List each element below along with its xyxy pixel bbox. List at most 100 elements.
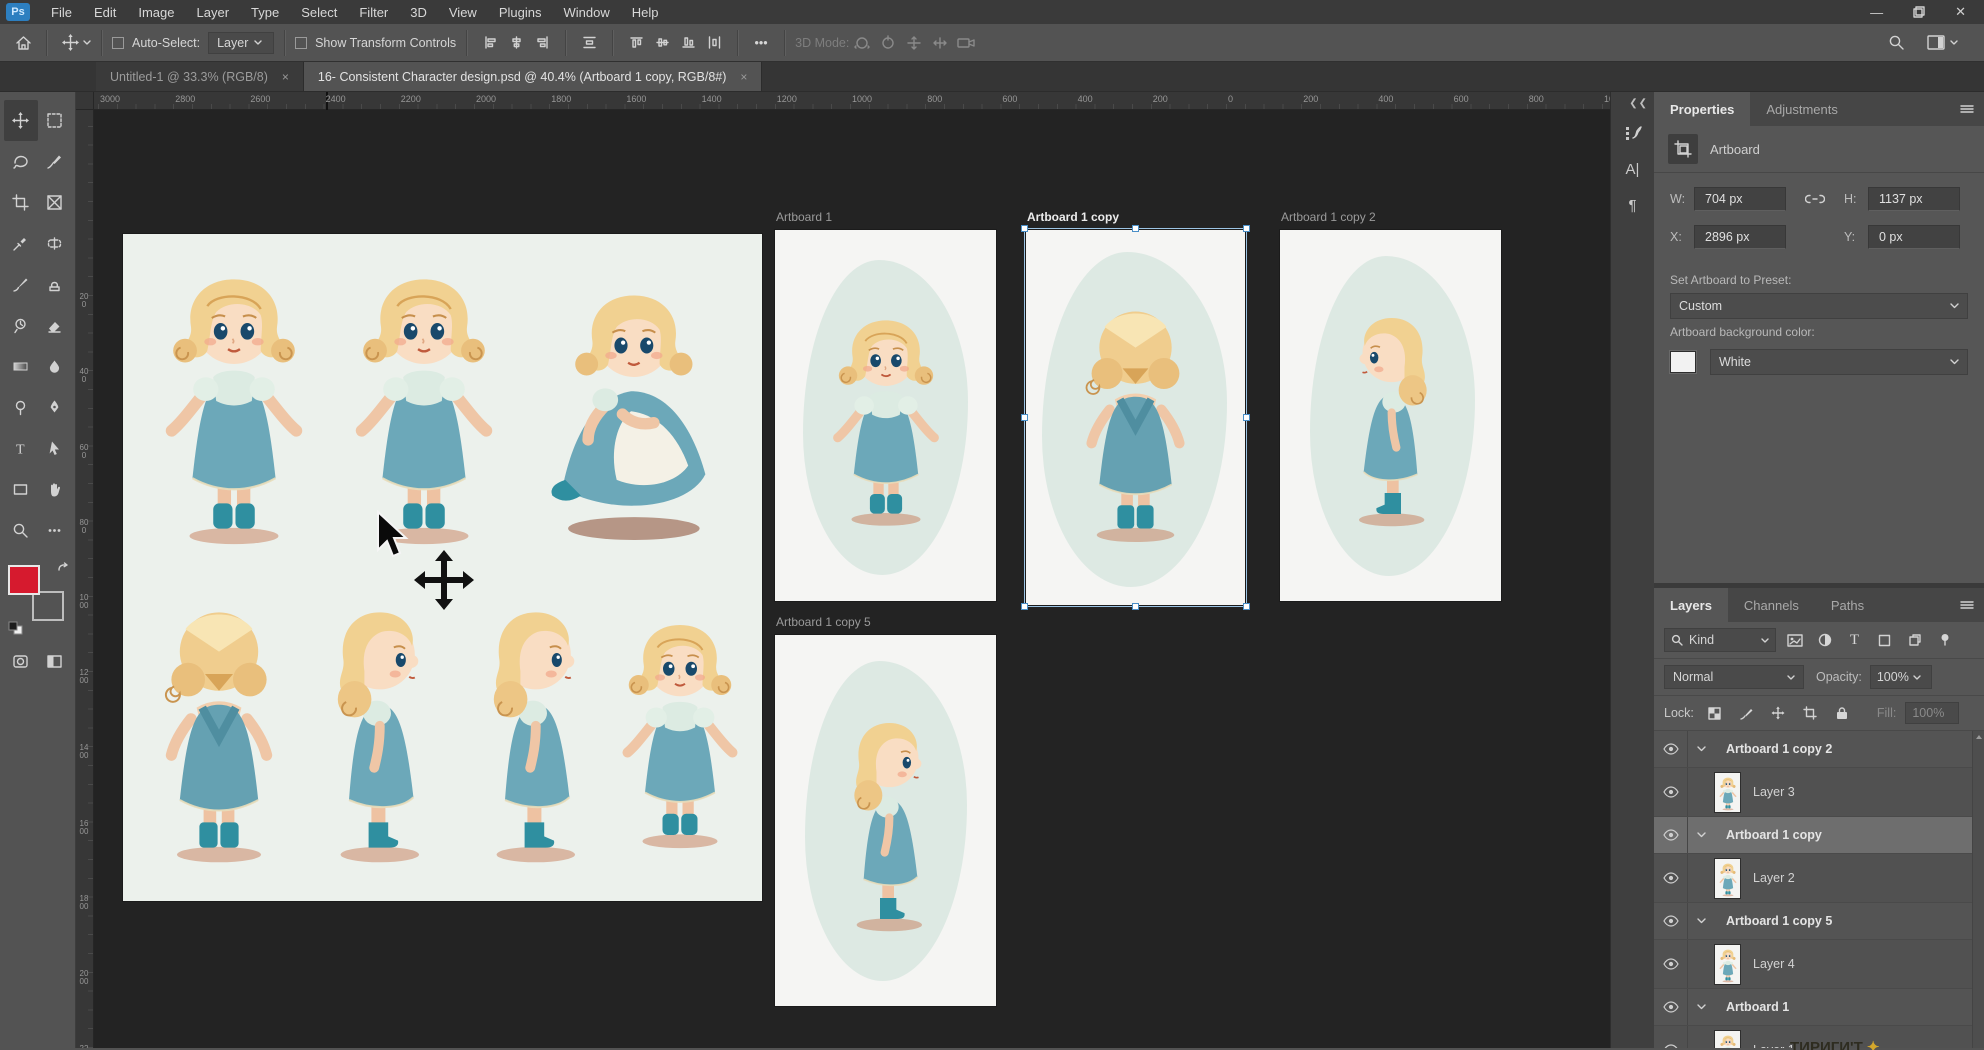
selection-handle[interactable]	[1243, 225, 1250, 232]
move-tool[interactable]	[4, 100, 38, 141]
expand-panels-chevron-icon[interactable]: ❮❮	[1623, 96, 1654, 113]
artboard-1-copy[interactable]: Artboard 1 copy	[1026, 230, 1245, 605]
gradient-tool[interactable]	[4, 346, 38, 387]
artboard-1-copy-5[interactable]: Artboard 1 copy 5	[775, 635, 996, 1006]
align-horizontal-centers-icon[interactable]	[503, 31, 529, 55]
distribute-vertical-icon[interactable]	[576, 31, 602, 55]
selection-handle[interactable]	[1021, 225, 1028, 232]
close-button[interactable]: ✕	[1955, 4, 1966, 20]
3d-pan-icon[interactable]	[901, 31, 927, 55]
layer-row[interactable]: Layer 3	[1654, 768, 1984, 817]
visibility-toggle[interactable]	[1654, 903, 1688, 939]
ruler-origin-box[interactable]	[76, 92, 94, 110]
visibility-toggle[interactable]	[1654, 731, 1688, 767]
canvas-area[interactable]: 3000280026002400220020001800160014001200…	[76, 92, 1610, 1048]
height-field[interactable]: 1137 px	[1868, 187, 1960, 211]
healing-brush-tool[interactable]	[38, 223, 72, 264]
search-icon[interactable]	[1888, 34, 1905, 51]
selection-handle[interactable]	[1021, 603, 1028, 610]
blend-mode-dropdown[interactable]: Normal	[1664, 665, 1804, 689]
blur-tool[interactable]	[38, 346, 72, 387]
distribute-horizontal-icon[interactable]	[701, 31, 727, 55]
crop-tool[interactable]	[4, 182, 38, 223]
lock-position-icon[interactable]	[1767, 702, 1790, 724]
filter-adjustment-layers-icon[interactable]	[1813, 629, 1836, 651]
3d-roll-icon[interactable]	[875, 31, 901, 55]
filter-shape-layers-icon[interactable]	[1873, 629, 1896, 651]
horizontal-ruler[interactable]: 3000280026002400220020001800160014001200…	[94, 92, 1610, 110]
menu-layer[interactable]: Layer	[186, 5, 241, 20]
paragraph-panel-icon[interactable]: ¶	[1616, 189, 1650, 221]
artboard-label[interactable]: Artboard 1	[776, 210, 832, 224]
layers-scrollbar[interactable]	[1972, 731, 1984, 1048]
visibility-toggle[interactable]	[1654, 817, 1688, 853]
layer-thumbnail[interactable]	[1714, 772, 1741, 813]
layer-thumbnail[interactable]	[1714, 944, 1741, 985]
restore-button[interactable]	[1913, 6, 1925, 18]
tab-properties[interactable]: Properties	[1654, 92, 1750, 126]
menu-filter[interactable]: Filter	[348, 5, 399, 20]
menu-image[interactable]: Image	[127, 5, 185, 20]
tab-paths[interactable]: Paths	[1815, 588, 1880, 622]
hand-tool[interactable]	[38, 469, 72, 510]
menu-plugins[interactable]: Plugins	[488, 5, 553, 20]
edit-toolbar-button[interactable]	[38, 510, 72, 551]
expand-chevron-icon[interactable]	[1688, 832, 1714, 838]
align-top-edges-icon[interactable]	[623, 31, 649, 55]
x-field[interactable]: 2896 px	[1694, 225, 1786, 249]
document-tab[interactable]: 16- Consistent Character design.psd @ 40…	[304, 62, 763, 91]
selection-handle[interactable]	[1243, 414, 1250, 421]
artboard-group-row[interactable]: Artboard 1 copy	[1654, 817, 1984, 854]
minimize-button[interactable]: —	[1870, 5, 1883, 20]
foreground-color-swatch[interactable]	[8, 565, 40, 595]
dodge-tool[interactable]	[4, 387, 38, 428]
lock-transparent-pixels-icon[interactable]	[1703, 702, 1726, 724]
layer-row[interactable]: Layer 2	[1654, 854, 1984, 903]
visibility-toggle[interactable]	[1654, 940, 1688, 988]
type-tool[interactable]: T	[4, 428, 38, 469]
tab-layers[interactable]: Layers	[1654, 588, 1728, 622]
align-bottom-edges-icon[interactable]	[675, 31, 701, 55]
lock-artboard-nesting-icon[interactable]	[1799, 702, 1822, 724]
tab-channels[interactable]: Channels	[1728, 588, 1815, 622]
artboard-bg-color-swatch[interactable]	[1670, 351, 1696, 373]
visibility-toggle[interactable]	[1654, 1026, 1688, 1048]
selection-handle[interactable]	[1243, 603, 1250, 610]
visibility-toggle[interactable]	[1654, 768, 1688, 816]
3d-camera-icon[interactable]	[953, 31, 979, 55]
workspace-switcher[interactable]	[1927, 35, 1958, 50]
panel-menu-icon[interactable]	[1960, 588, 1984, 622]
default-colors-icon[interactable]	[8, 621, 23, 635]
artboard-label[interactable]: Artboard 1 copy 2	[1281, 210, 1376, 224]
menu-help[interactable]: Help	[621, 5, 670, 20]
filter-type-layers-icon[interactable]: T	[1843, 629, 1866, 651]
document-tab[interactable]: Untitled-1 @ 33.3% (RGB/8)×	[96, 62, 304, 91]
home-icon[interactable]	[10, 31, 36, 55]
filter-toggle-icon[interactable]	[1933, 629, 1956, 651]
link-dimensions-icon[interactable]	[1786, 193, 1844, 205]
quick-mask-button[interactable]	[4, 641, 38, 682]
align-right-edges-icon[interactable]	[529, 31, 555, 55]
artboard-group-row[interactable]: Artboard 1 copy 2	[1654, 731, 1984, 768]
lasso-tool[interactable]	[4, 141, 38, 182]
screen-mode-button[interactable]	[38, 641, 72, 682]
filter-pixel-layers-icon[interactable]	[1783, 629, 1806, 651]
3d-slide-icon[interactable]	[927, 31, 953, 55]
visibility-toggle[interactable]	[1654, 854, 1688, 902]
artboard-group-row[interactable]: Artboard 1 copy 5	[1654, 903, 1984, 940]
vertical-ruler[interactable]: 2004006008001000120014001600180020002200…	[76, 110, 94, 1048]
menu-3d[interactable]: 3D	[399, 5, 438, 20]
menu-window[interactable]: Window	[552, 5, 620, 20]
width-field[interactable]: 704 px	[1694, 187, 1786, 211]
clone-stamp-tool[interactable]	[38, 264, 72, 305]
move-tool-preset-icon[interactable]	[57, 31, 83, 55]
brush-tool[interactable]	[4, 264, 38, 305]
pen-tool[interactable]	[38, 387, 72, 428]
marquee-tool[interactable]	[38, 100, 72, 141]
zoom-tool[interactable]	[4, 510, 38, 551]
layer-thumbnail[interactable]	[1714, 1030, 1741, 1049]
filter-kind-dropdown[interactable]: Kind	[1664, 628, 1776, 652]
artboard-group-row[interactable]: Artboard 1	[1654, 989, 1984, 1026]
eraser-tool[interactable]	[38, 305, 72, 346]
layer-row[interactable]: Layer 4	[1654, 940, 1984, 989]
